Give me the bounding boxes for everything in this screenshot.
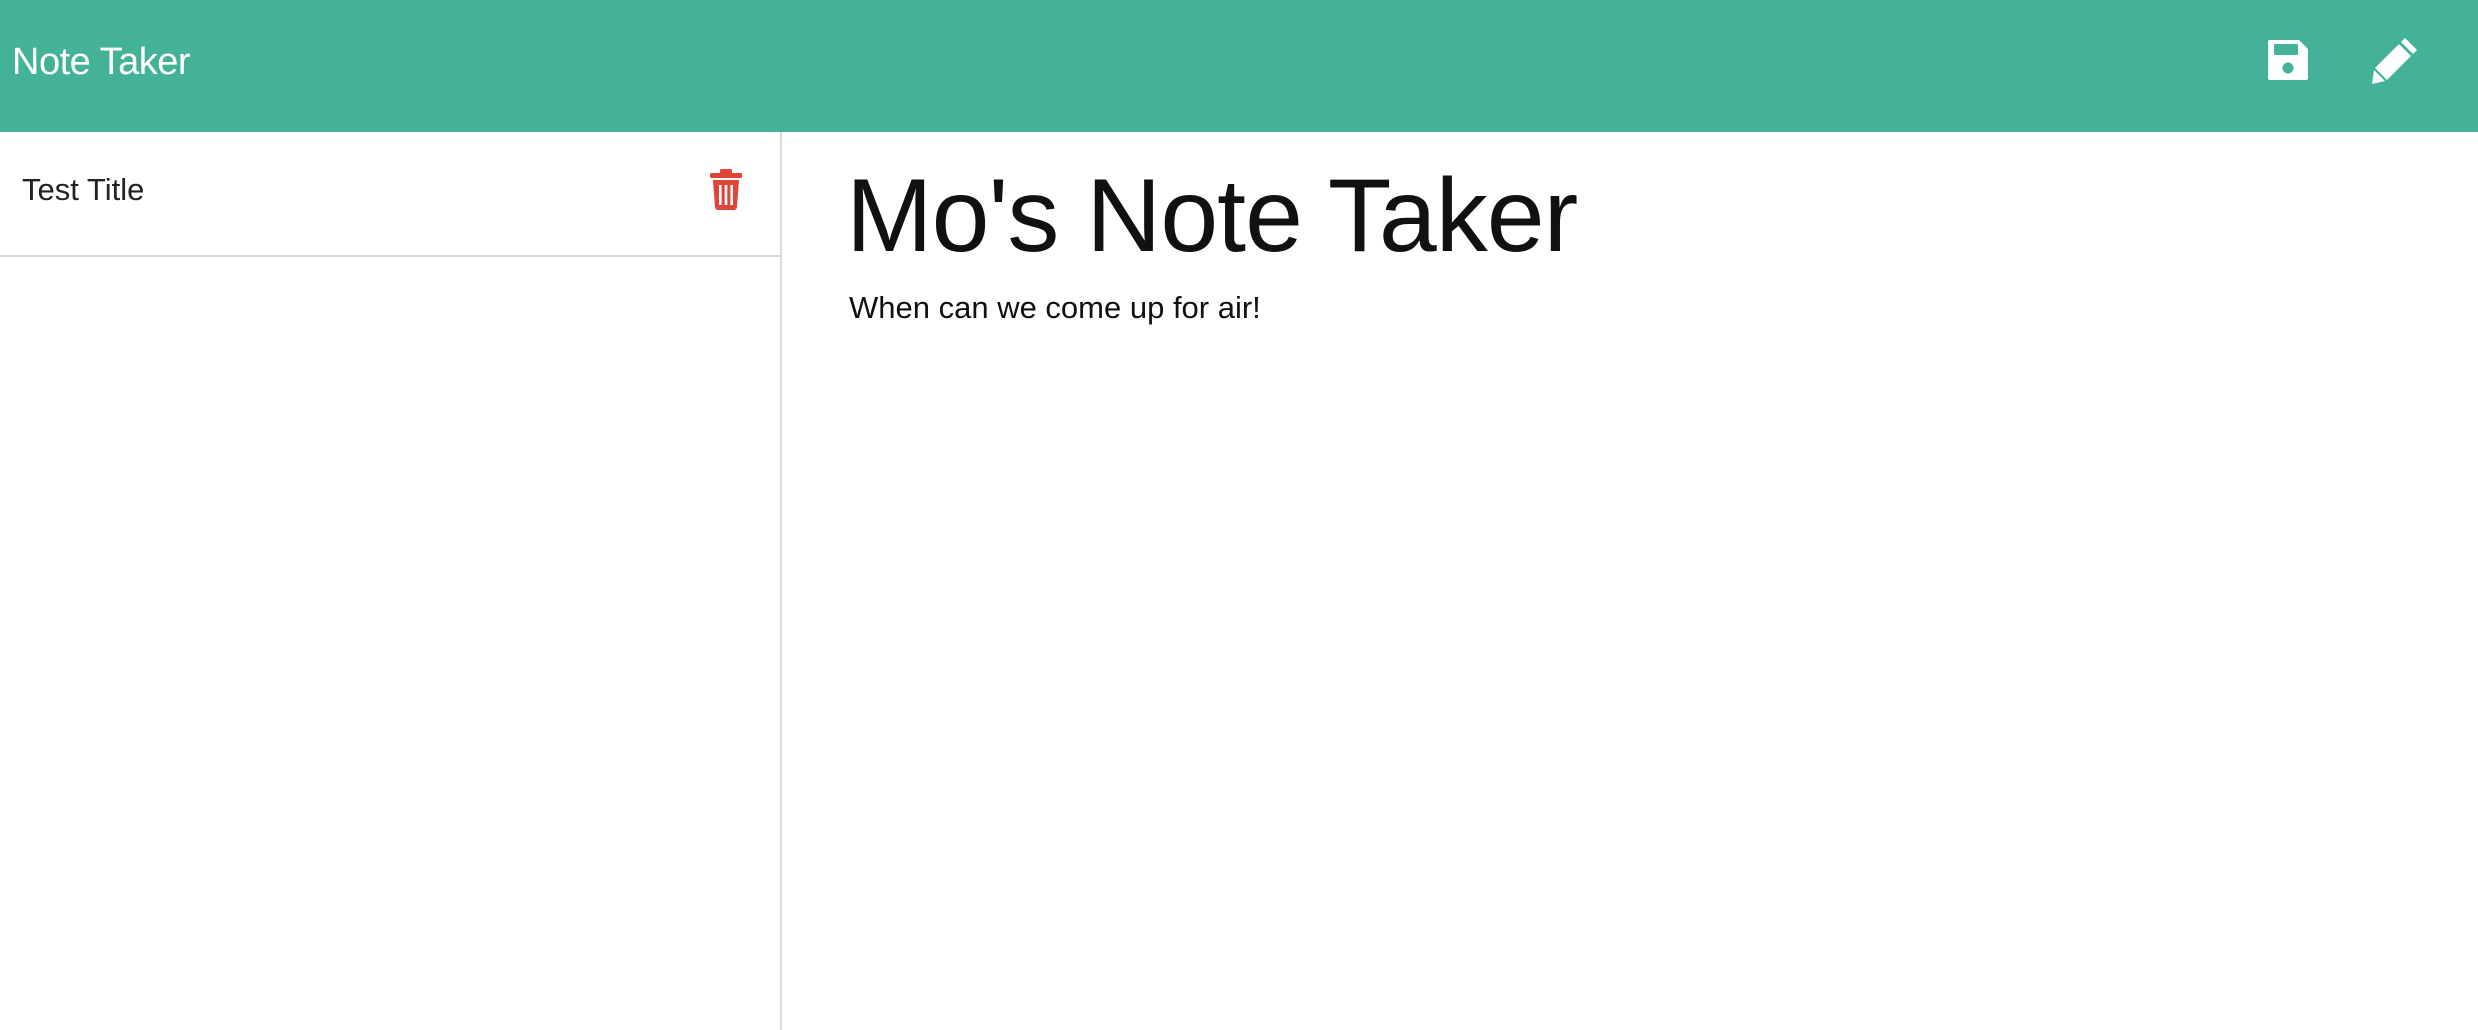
trash-icon[interactable] <box>708 168 744 210</box>
note-list-item-title[interactable]: Test Title <box>22 172 144 208</box>
brand-title[interactable]: Note Taker <box>12 0 191 124</box>
note-editor: Mo's Note Taker When can we come up for … <box>784 132 2478 1030</box>
list-item[interactable]: Test Title <box>0 132 780 257</box>
pencil-icon[interactable] <box>2365 30 2425 90</box>
note-text-field[interactable]: When can we come up for air! <box>849 290 1261 326</box>
note-title-field[interactable]: Mo's Note Taker <box>846 154 1578 279</box>
navbar: Note Taker <box>0 0 2478 132</box>
note-list: Test Title <box>0 132 782 1030</box>
save-icon[interactable] <box>2258 30 2318 90</box>
